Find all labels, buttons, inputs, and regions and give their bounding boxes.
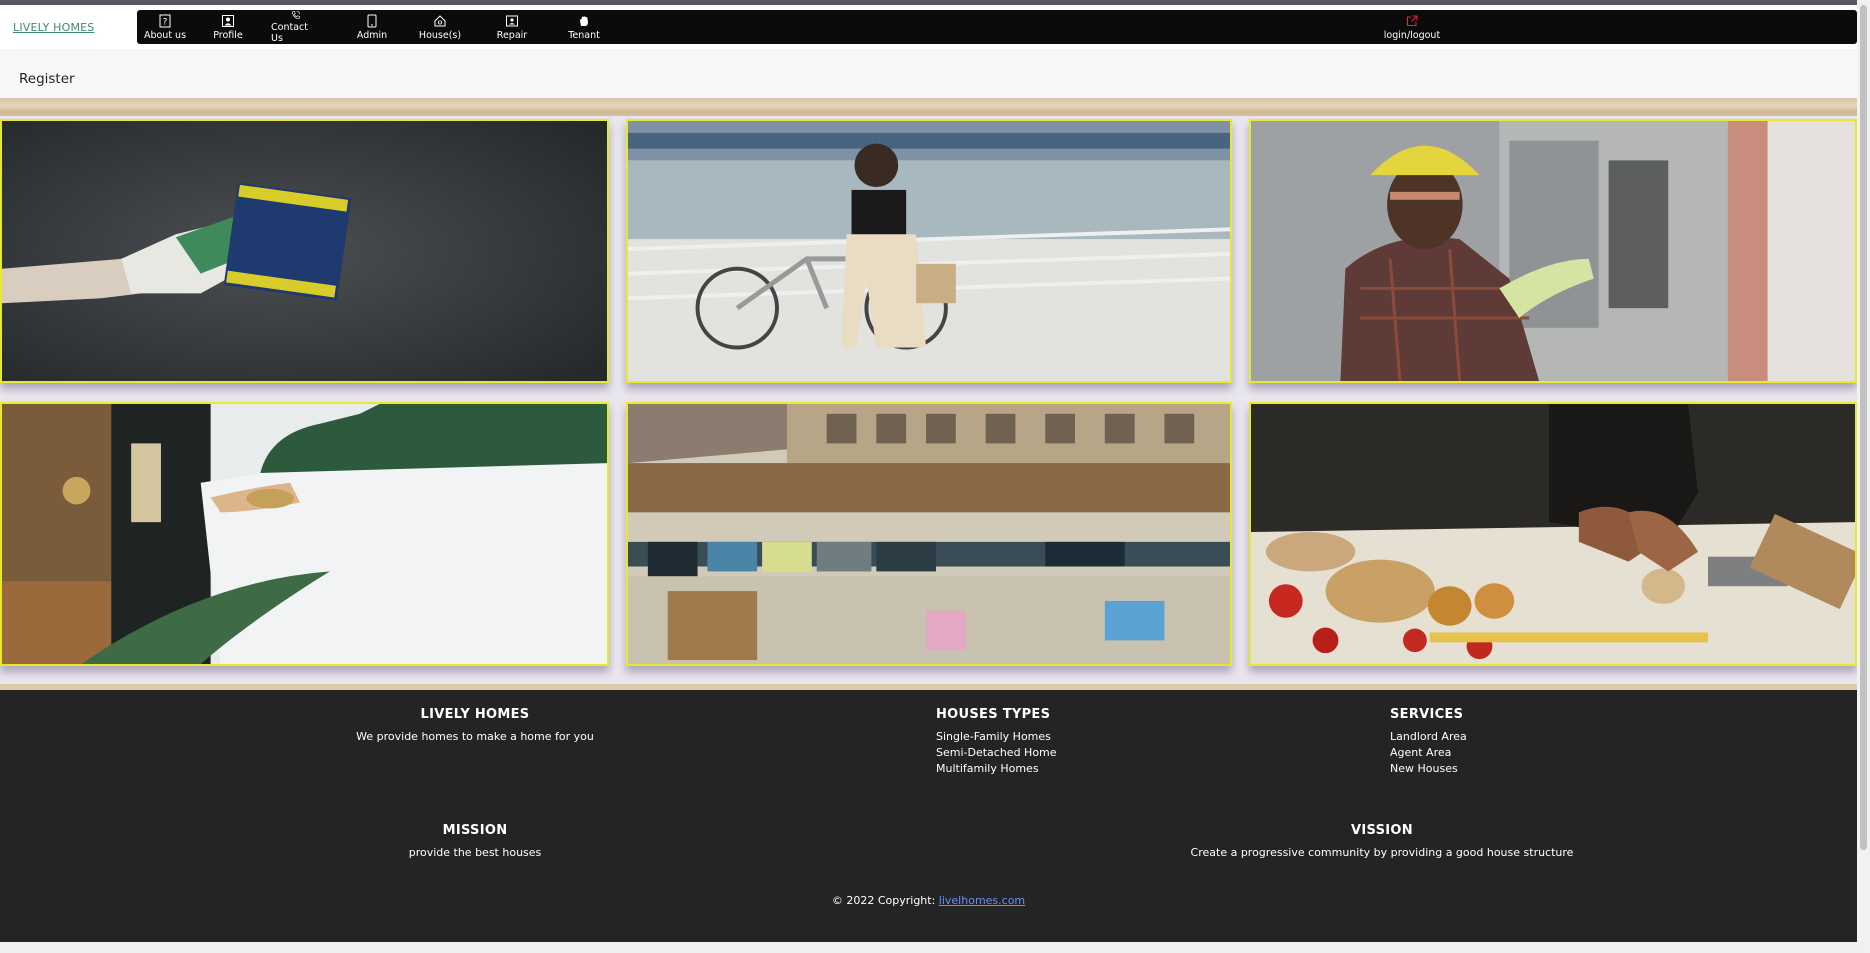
phone-icon	[292, 11, 300, 19]
vertical-scrollbar[interactable]	[1857, 0, 1870, 953]
nav-item-repair[interactable]: Repair	[492, 10, 532, 44]
svg-text:?: ?	[163, 17, 168, 27]
footer-link-single-family[interactable]: Single-Family Homes	[936, 731, 1136, 743]
footer-lively-text: We provide homes to make a home for you	[356, 730, 594, 743]
nav-label-tenant: Tenant	[568, 29, 600, 41]
footer-vission: VISSION Create a progressive community b…	[1140, 823, 1624, 863]
nav-label-contact-us: Contact Us	[271, 22, 308, 44]
footer-lively-homes: LIVELY HOMES We provide homes to make a …	[320, 707, 630, 747]
footer-houses-title: HOUSES TYPES	[936, 707, 1051, 722]
register-link[interactable]: Register	[19, 71, 75, 87]
external-link-icon	[1406, 14, 1418, 26]
brand-link[interactable]: LIVELY HOMES	[13, 21, 94, 34]
footer-link-agent-area[interactable]: Agent Area	[1390, 747, 1590, 759]
nav-label-houses: House(s)	[418, 29, 462, 41]
nav-label-profile: Profile	[213, 29, 243, 41]
hand-icon	[580, 15, 588, 26]
footer-link-semi-detached[interactable]: Semi-Detached Home	[936, 747, 1136, 759]
profile-icon	[222, 14, 234, 27]
footer-lively-title: LIVELY HOMES	[420, 707, 530, 722]
login-logout-link[interactable]: login/logout	[1377, 10, 1447, 44]
browser-top-strip	[0, 0, 1870, 5]
footer-mission: MISSION provide the best houses	[320, 823, 630, 863]
top-navbar: ? About us Profile Contact Us Admin Hous…	[137, 10, 1857, 44]
footer-services: SERVICES Landlord Area Agent Area New Ho…	[1390, 707, 1590, 779]
nav-item-tenant[interactable]: Tenant	[564, 10, 604, 44]
footer-link-landlord-area[interactable]: Landlord Area	[1390, 731, 1590, 743]
horizontal-scroll-area	[0, 942, 1857, 953]
secondary-bar	[0, 50, 1857, 99]
nav-label-admin: Admin	[356, 29, 388, 41]
door-handle-photo	[0, 402, 609, 666]
woman-bicycle-photo	[626, 119, 1232, 383]
scrollbar-thumb[interactable]	[1860, 5, 1867, 850]
baking-kitchen-photo	[1249, 402, 1857, 666]
footer-services-title: SERVICES	[1390, 707, 1464, 722]
footer-mission-text: provide the best houses	[408, 846, 542, 859]
photo-gallery	[0, 98, 1857, 690]
footer-link-new-houses[interactable]: New Houses	[1390, 763, 1590, 775]
footer-vission-text: Create a progressive community by provid…	[1190, 846, 1574, 859]
nav-item-about-us[interactable]: ? About us	[137, 10, 193, 44]
nav-label-login-logout: login/logout	[1383, 29, 1441, 41]
tablet-icon	[367, 14, 377, 27]
nav-item-contact-us[interactable]: Contact Us	[271, 10, 321, 44]
apartment-laundry-photo	[626, 402, 1232, 666]
person-badge-icon	[506, 15, 518, 26]
nav-label-about-us: About us	[143, 29, 187, 41]
house-icon	[434, 14, 446, 26]
copyright-text: © 2022 Copyright:	[831, 894, 936, 907]
nav-item-houses[interactable]: House(s)	[417, 10, 463, 44]
question-icon: ?	[159, 14, 171, 27]
plastering-wall-photo	[0, 119, 609, 383]
site-footer: LIVELY HOMES We provide homes to make a …	[0, 690, 1857, 942]
footer-mission-title: MISSION	[442, 823, 508, 838]
footer-link-multifamily[interactable]: Multifamily Homes	[936, 763, 1136, 775]
nav-item-admin[interactable]: Admin	[352, 10, 392, 44]
electrician-photo	[1249, 119, 1857, 383]
copyright-link[interactable]: livelhomes.com	[939, 894, 1025, 907]
footer-vission-title: VISSION	[1351, 823, 1413, 838]
nav-label-repair: Repair	[496, 29, 528, 41]
nav-item-profile[interactable]: Profile	[206, 10, 250, 44]
footer-house-types: HOUSES TYPES Single-Family Homes Semi-De…	[936, 707, 1136, 779]
footer-copyright: © 2022 Copyright: livelhomes.com	[0, 894, 1857, 907]
